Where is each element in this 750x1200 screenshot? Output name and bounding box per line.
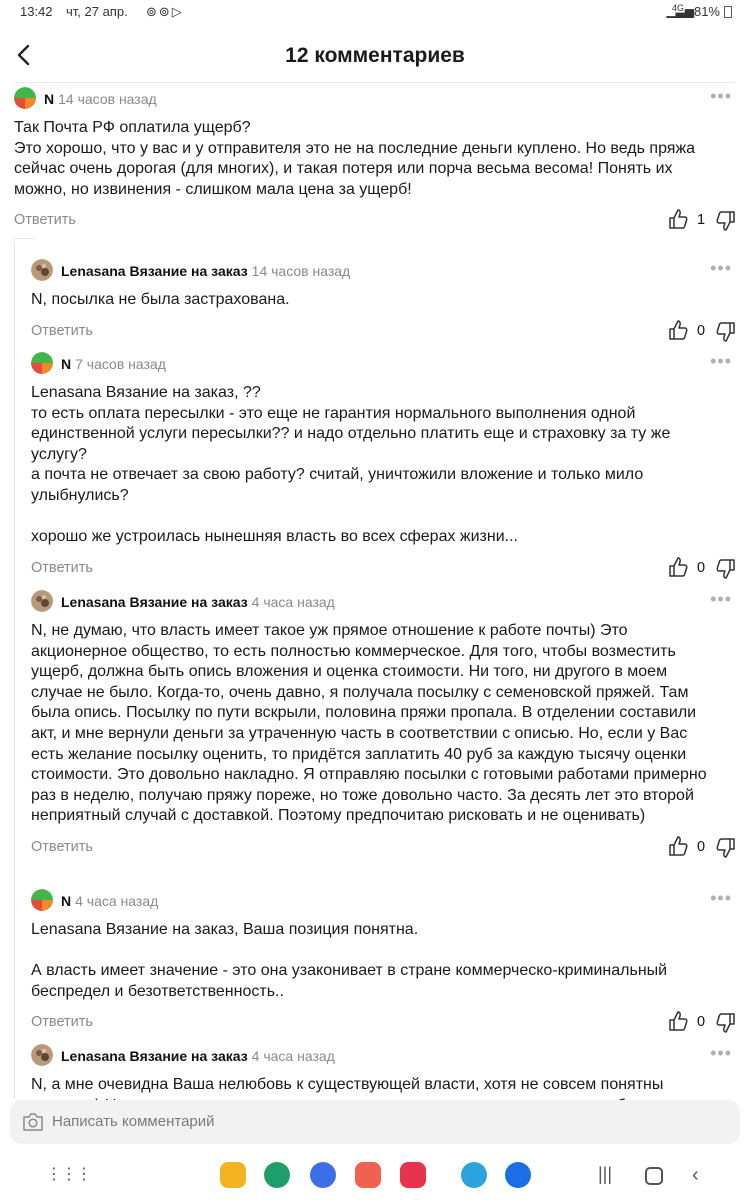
reply-button[interactable]: Ответить bbox=[31, 323, 93, 339]
comment: N7 часов назад ••• Lenasana Вязание на з… bbox=[31, 351, 736, 582]
phone-app-icon[interactable] bbox=[264, 1162, 290, 1188]
comment-author[interactable]: N4 часа назад bbox=[61, 893, 158, 909]
comment-author[interactable]: Lenasana Вязание на заказ 14 часов назад bbox=[61, 263, 350, 279]
thumb-down-icon[interactable] bbox=[716, 837, 736, 859]
battery-icon bbox=[724, 6, 732, 18]
more-dots-icon[interactable]: ••• bbox=[710, 351, 732, 371]
comment-text: Так Почта РФ оплатила ущерб? Это хорошо,… bbox=[14, 119, 696, 198]
avatar-photo-icon bbox=[31, 590, 53, 612]
camera-icon[interactable] bbox=[22, 1112, 44, 1132]
recent-apps-icon[interactable]: ||| bbox=[598, 1164, 612, 1185]
reply-button[interactable]: Ответить bbox=[31, 839, 93, 855]
thumb-up-icon[interactable] bbox=[668, 1010, 688, 1032]
signal-icon: ▁▃▅ bbox=[666, 4, 694, 18]
comment: N 14 часов назад ••• Так Почта РФ оплатил… bbox=[14, 86, 736, 234]
thumb-down-icon[interactable] bbox=[716, 1012, 736, 1034]
thumb-down-icon[interactable] bbox=[716, 321, 736, 343]
page-title: 12 комментариев bbox=[285, 44, 465, 67]
like-count: 0 bbox=[697, 559, 706, 576]
browser-app-icon[interactable] bbox=[505, 1162, 531, 1188]
apps-grid-icon[interactable]: ⋮⋮⋮ bbox=[46, 1164, 92, 1184]
avatar-photo-icon bbox=[31, 1044, 53, 1066]
comments-list[interactable]: N 14 часов назад ••• Так Почта РФ оплатил… bbox=[0, 86, 750, 1100]
status-date: чт, 27 апр. bbox=[66, 4, 128, 19]
comment-input-placeholder: Написать комментарий bbox=[52, 1113, 215, 1130]
like-count: 0 bbox=[697, 1014, 706, 1031]
comment-text: N, а мне очевидна Ваша нелюбовь к сущест… bbox=[31, 1076, 720, 1100]
comment-text: N, не думаю, что власть имеет такое уж п… bbox=[31, 622, 707, 825]
more-dots-icon[interactable]: ••• bbox=[710, 258, 732, 278]
avatar[interactable] bbox=[31, 259, 53, 281]
thread-line bbox=[14, 242, 15, 1100]
avatar-logo-icon bbox=[31, 889, 53, 911]
comment-author[interactable]: N 14 часов назад bbox=[44, 91, 157, 107]
like-count: 0 bbox=[697, 838, 706, 855]
comment: Lenasana Вязание на заказ 4 часа назад ••… bbox=[31, 1043, 736, 1100]
avatar[interactable] bbox=[31, 352, 53, 374]
comment-text: Lenasana Вязание на заказ, ?? то есть оп… bbox=[31, 384, 671, 546]
header-divider bbox=[14, 82, 734, 83]
comment-input[interactable]: Написать комментарий bbox=[10, 1100, 740, 1144]
comment-time: 14 часов назад bbox=[58, 91, 157, 107]
comment: N4 часа назад ••• Lenasana Вязание на за… bbox=[31, 888, 736, 1036]
like-count: 1 bbox=[697, 212, 706, 229]
comment-time: 14 часов назад bbox=[251, 263, 351, 279]
status-bar: 13:42 чт, 27 апр. ⊚⊚▷ 4G ▁▃▅ 81% bbox=[0, 0, 750, 24]
comment-author[interactable]: Lenasana Вязание на заказ 4 часа назад bbox=[61, 594, 335, 610]
telegram-app-icon[interactable] bbox=[461, 1162, 487, 1188]
comment-author[interactable]: Lenasana Вязание на заказ 4 часа назад bbox=[61, 1048, 335, 1064]
reply-button[interactable]: Ответить bbox=[14, 212, 76, 228]
avatar[interactable] bbox=[14, 87, 36, 109]
home-icon[interactable] bbox=[645, 1167, 663, 1185]
more-dots-icon[interactable]: ••• bbox=[710, 888, 732, 908]
avatar-logo-icon bbox=[31, 352, 53, 374]
thumb-down-icon[interactable] bbox=[716, 210, 736, 232]
comment: Lenasana Вязание на заказ 4 часа назад ••… bbox=[31, 589, 736, 861]
comment-text: N, посылка не была застрахована. bbox=[31, 291, 290, 308]
comment-time: 4 часа назад bbox=[251, 1048, 335, 1064]
battery-level: 81% bbox=[693, 4, 720, 19]
avatar[interactable] bbox=[31, 590, 53, 612]
header: 12 комментариев bbox=[0, 34, 750, 78]
reply-button[interactable]: Ответить bbox=[31, 560, 93, 576]
like-count: 0 bbox=[697, 322, 706, 339]
comment-time: 4 часа назад bbox=[251, 594, 335, 610]
comment-author[interactable]: N7 часов назад bbox=[61, 356, 166, 372]
more-dots-icon[interactable]: ••• bbox=[710, 1043, 732, 1063]
avatar-logo-icon bbox=[14, 87, 36, 109]
thumb-up-icon[interactable] bbox=[668, 556, 688, 578]
thumb-up-icon[interactable] bbox=[668, 835, 688, 857]
status-time: 13:42 bbox=[20, 4, 53, 19]
notification-icons: ⊚⊚▷ bbox=[146, 4, 184, 19]
comment: Lenasana Вязание на заказ 14 часов назад … bbox=[31, 258, 736, 345]
thumb-down-icon[interactable] bbox=[716, 558, 736, 580]
back-nav-icon[interactable]: ‹ bbox=[692, 1164, 699, 1187]
more-dots-icon[interactable]: ••• bbox=[710, 86, 732, 106]
comment-time: 7 часов назад bbox=[75, 356, 166, 372]
files-app-icon[interactable] bbox=[220, 1162, 246, 1188]
messages-app-icon[interactable] bbox=[310, 1162, 336, 1188]
contacts-app-icon[interactable] bbox=[355, 1162, 381, 1188]
avatar-photo-icon bbox=[31, 259, 53, 281]
avatar[interactable] bbox=[31, 889, 53, 911]
thread-connector bbox=[14, 238, 34, 239]
thumb-up-icon[interactable] bbox=[668, 319, 688, 341]
reply-button[interactable]: Ответить bbox=[31, 1014, 93, 1030]
thumb-up-icon[interactable] bbox=[668, 208, 688, 230]
avatar[interactable] bbox=[31, 1044, 53, 1066]
system-nav-bar: ⋮⋮⋮ ||| ‹ bbox=[0, 1154, 750, 1200]
comment-time: 4 часа назад bbox=[75, 893, 159, 909]
camera-app-icon[interactable] bbox=[400, 1162, 426, 1188]
more-dots-icon[interactable]: ••• bbox=[710, 589, 732, 609]
comment-text: Lenasana Вязание на заказ, Ваша позиция … bbox=[31, 921, 668, 1000]
